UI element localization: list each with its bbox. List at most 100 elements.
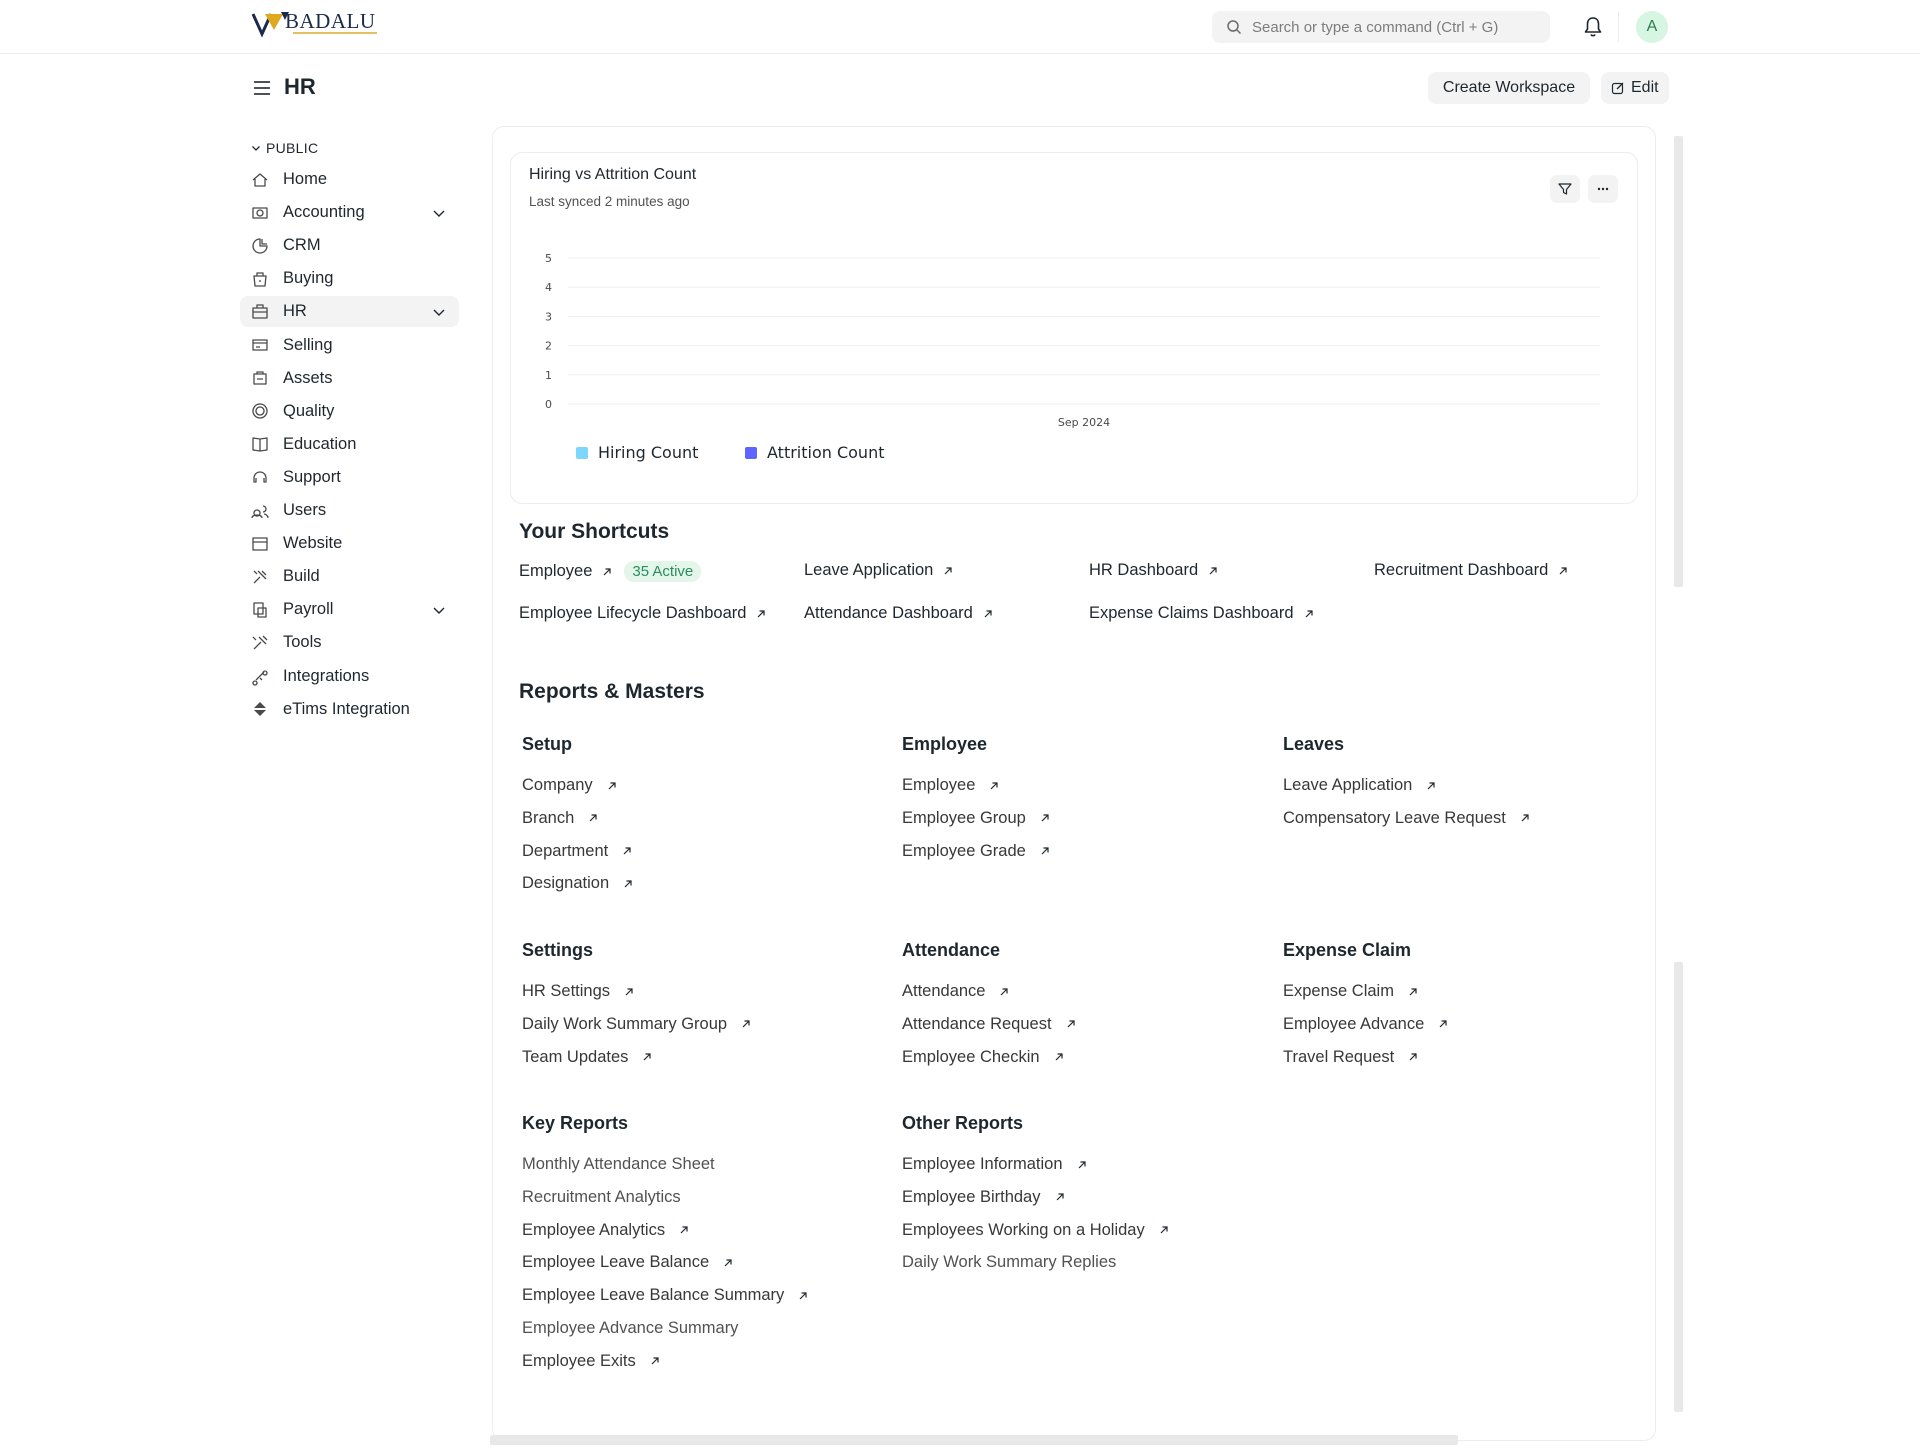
report-link[interactable]: Company [522,776,619,795]
report-link[interactable]: Employee Birthday [902,1188,1067,1207]
report-link-label: HR Settings [522,982,611,1000]
search-icon [1227,20,1242,35]
brand-name: BADALU [285,8,376,33]
chart-legend-item[interactable]: Hiring Count [576,443,698,462]
sidebar-item-hr[interactable]: HR [240,296,459,328]
sidebar-item-label: Accounting [283,203,365,222]
chart-legend-item[interactable]: Attrition Count [745,443,884,462]
sidebar-item-selling[interactable]: Selling [240,330,459,361]
report-link[interactable]: Team Updates [522,1048,654,1067]
report-link[interactable]: Expense Claim [1283,982,1420,1001]
sidebar-item-integrations[interactable]: Integrations [240,661,459,692]
report-link[interactable]: Daily Work Summary Group [522,1015,753,1034]
website-icon [252,536,268,551]
external-link-arrow-icon [651,1357,659,1365]
vertical-scrollbar-lower[interactable] [1674,962,1683,1412]
report-link[interactable]: Employee Exits [522,1352,662,1371]
report-link[interactable]: Daily Work Summary Replies [902,1253,1116,1272]
chevron-down-icon[interactable] [431,304,447,320]
report-link[interactable]: Employee Advance [1283,1015,1450,1034]
vertical-scrollbar-upper[interactable] [1674,136,1683,587]
shortcut-label: Leave Application [804,561,934,579]
search-bar[interactable] [1212,11,1550,43]
report-link[interactable]: Employee [902,776,1001,795]
report-link[interactable]: Designation [522,874,635,893]
report-card-title: Employee [902,734,988,754]
search-input[interactable] [1252,18,1542,36]
report-link[interactable]: Employee Leave Balance [522,1253,735,1272]
external-link-arrow-icon [623,847,631,855]
shortcut-employee-lifecycle-dashboard[interactable]: Employee Lifecycle Dashboard [519,604,768,623]
sidebar-item-support[interactable]: Support [240,462,459,493]
external-link-arrow-icon [1078,1160,1086,1168]
sidebar-item-home[interactable]: Home [240,164,459,195]
chart-more-button[interactable] [1588,175,1618,203]
hamburger-menu-icon[interactable] [252,78,272,98]
assets-icon [253,371,267,385]
report-card-title: Other Reports [902,1113,1024,1133]
chart-filter-button[interactable] [1550,175,1580,203]
shortcut-hr-dashboard[interactable]: HR Dashboard [1089,561,1220,580]
report-link[interactable]: Travel Request [1283,1048,1420,1067]
report-link[interactable]: Employee Analytics [522,1221,691,1240]
shortcut-leave-application[interactable]: Leave Application [804,561,955,580]
sidebar-item-label: Integrations [283,666,370,685]
report-link-label: Employee Birthday [902,1187,1041,1206]
report-link[interactable]: Attendance [902,982,1011,1001]
sidebar-item-build[interactable]: Build [240,561,459,592]
external-link-arrow-icon [1439,1020,1447,1028]
sidebar-section-public[interactable]: PUBLIC [250,140,318,156]
report-link[interactable]: Compensatory Leave Request [1283,809,1532,828]
report-link[interactable]: Employee Checkin [902,1048,1066,1067]
report-link[interactable]: Employee Advance Summary [522,1319,738,1338]
legend-label: Hiring Count [598,443,699,462]
chevron-down-icon[interactable] [431,602,447,618]
report-link[interactable]: Department [522,842,634,861]
report-link-label: Employees Working on a Holiday [902,1220,1145,1239]
report-link[interactable]: Employees Working on a Holiday [902,1221,1171,1240]
sidebar-item-website[interactable]: Website [240,528,459,559]
report-link-label: Employee Advance [1283,1014,1425,1033]
chevron-down-icon[interactable] [431,205,447,221]
sidebar-item-assets[interactable]: Assets [240,363,459,394]
sidebar-item-tools[interactable]: Tools [240,627,459,658]
sidebar-item-quality[interactable]: Quality [240,396,459,427]
legend-swatch [745,446,757,459]
create-workspace-button[interactable]: Create Workspace [1428,72,1590,104]
report-link[interactable]: Branch [522,809,600,828]
horizontal-scrollbar[interactable] [490,1435,1458,1445]
shortcut-employee[interactable]: Employee 35 Active [519,561,702,582]
sidebar-item-education[interactable]: Education [240,429,459,460]
shortcut-expense-claims-dashboard[interactable]: Expense Claims Dashboard [1089,604,1316,623]
sidebar-item-etims-integration[interactable]: eTims Integration [240,694,459,725]
report-link[interactable]: Attendance Request [902,1015,1078,1034]
report-link[interactable]: Employee Information [902,1155,1089,1174]
report-link[interactable]: Employee Leave Balance Summary [522,1286,810,1305]
sidebar-item-users[interactable]: Users [240,495,459,526]
sidebar-item-crm[interactable]: CRM [240,230,459,261]
user-avatar[interactable]: A [1636,11,1668,43]
brand-logo[interactable]: BADALU [251,8,377,38]
notification-bell-icon[interactable] [1583,16,1603,38]
report-link[interactable]: Employee Grade [902,842,1052,861]
report-link[interactable]: Leave Application [1283,776,1438,795]
external-link-arrow-icon [799,1292,807,1300]
more-horizontal-icon [1597,187,1609,191]
report-link-label: Attendance [902,982,986,1000]
edit-button[interactable]: Edit [1601,72,1669,104]
quality-icon [252,403,268,419]
shortcut-attendance-dashboard[interactable]: Attendance Dashboard [804,604,995,623]
sidebar-item-buying[interactable]: Buying [240,263,459,294]
sidebar-item-accounting[interactable]: Accounting [240,197,459,228]
sidebar-item-payroll[interactable]: Payroll [240,594,459,625]
build-icon [253,570,267,584]
report-link[interactable]: Recruitment Analytics [522,1188,681,1207]
report-link[interactable]: Employee Group [902,809,1052,828]
report-link[interactable]: Monthly Attendance Sheet [522,1155,715,1174]
sidebar-section-label: PUBLIC [266,140,319,156]
shortcut-recruitment-dashboard[interactable]: Recruitment Dashboard [1374,561,1570,580]
selling-icon [252,339,268,351]
report-link-label: Employee Information [902,1155,1063,1173]
chart-last-synced: Last synced 2 minutes ago [529,194,690,209]
report-link[interactable]: HR Settings [522,982,636,1001]
